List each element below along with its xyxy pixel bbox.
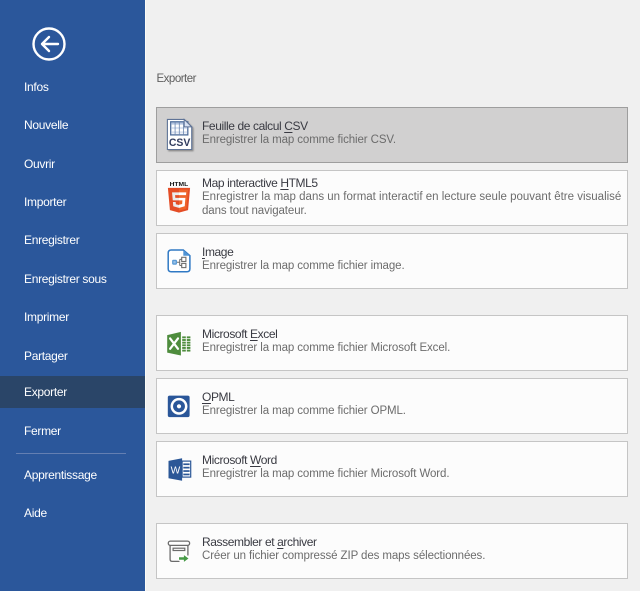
svg-text:CSV: CSV [169, 137, 191, 149]
svg-text:W: W [171, 465, 181, 477]
svg-text:HTML: HTML [170, 182, 189, 188]
